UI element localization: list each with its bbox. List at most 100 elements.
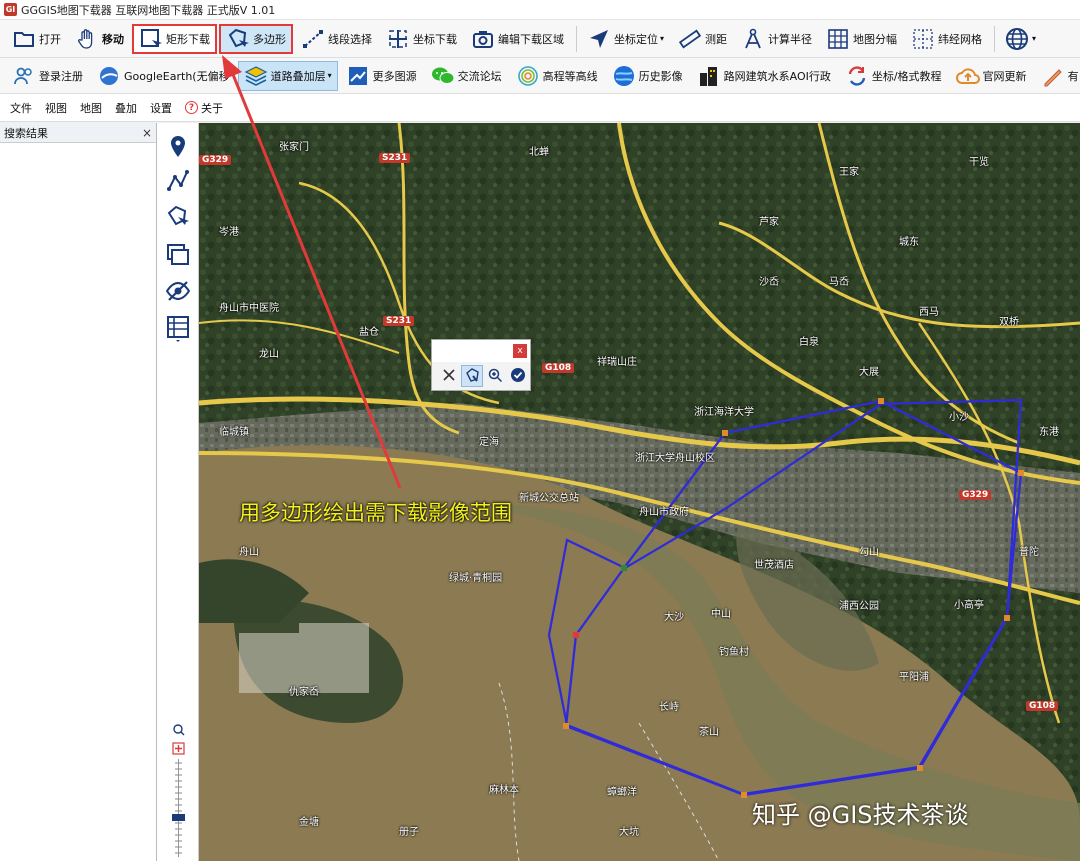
polygon-vertex[interactable] [722,430,728,436]
edit-download-area-button[interactable]: 编辑下载区域 [465,24,570,54]
cancel-draw-button[interactable] [438,365,460,387]
ruler-icon [678,27,702,51]
panel-close-button[interactable]: × [142,126,152,140]
website-update-button[interactable]: 官网更新 [950,61,1033,91]
coord-locate-button[interactable]: 坐标定位 ▾ [581,24,670,54]
place-label: 茶山 [699,727,719,738]
road-overlay-button[interactable]: 道路叠加层 ▾ [237,60,338,91]
forum-button[interactable]: 交流论坛 [425,61,508,91]
contour-icon [516,64,540,88]
open-button[interactable]: 打开 [6,24,67,54]
menu-settings[interactable]: 设置 [150,100,172,116]
drawn-polygon[interactable] [199,123,1080,861]
place-label: 张家门 [279,142,309,153]
road-shield: S231 [379,153,411,163]
buildings-button[interactable]: 路网建筑水系AOI行政 [691,61,837,91]
map-canvas[interactable]: 张家门 王家 芦家 舟山市中医院 龙山 浙江海洋大学 浙江大学舟山校区 舟山市政… [199,123,1080,861]
place-label: 定海 [479,437,499,448]
polygon-cursor-icon [166,205,190,232]
earth-history-icon [612,64,636,88]
hide-layer-button[interactable] [163,277,193,307]
road-shield: G108 [1026,701,1059,711]
camera-icon [471,27,495,51]
google-earth-button[interactable]: GoogleEarth(无偏移 [91,61,236,91]
panel-title: 搜索结果 [4,126,48,140]
calc-radius-button[interactable]: 计算半径 [735,24,818,54]
place-label: 盐仓 [359,327,379,338]
place-label: 舟山市中医院 [219,303,279,314]
coord-tutorial-button[interactable]: 坐标/格式教程 [839,61,948,91]
globe-menu-button[interactable]: ▾ [999,24,1042,54]
place-label: 龙山 [259,349,279,360]
line-select-button[interactable]: 线段选择 [295,24,378,54]
place-label: 大展 [859,367,879,378]
overflow-button[interactable]: 有 [1035,61,1080,91]
draw-polygon-button[interactable] [163,203,193,233]
help-icon: ? [185,101,198,114]
confirm-draw-button[interactable] [507,365,529,387]
menu-view[interactable]: 视图 [45,100,67,116]
place-label: 仇家岙 [289,687,319,698]
secondary-toolbar: 登录注册 GoogleEarth(无偏移 道路叠加层 ▾ 更多图源 交流论坛 高… [0,58,1080,94]
map-tiles-button[interactable]: 地图分幅 [820,24,903,54]
measure-button[interactable]: 测距 [672,24,733,54]
polygon-vertex[interactable] [917,765,923,771]
popup-close-button[interactable]: x [513,344,527,358]
polygon-select-icon [226,27,250,51]
watermark-text: 知乎 @GIS技术茶谈 [752,801,969,829]
search-results-panel: 搜索结果 × [0,123,157,861]
history-imagery-button[interactable]: 历史影像 [606,61,689,91]
polygon-vertex[interactable] [741,792,747,798]
place-label: 钓鱼村 [719,647,749,658]
menu-about[interactable]: ? 关于 [185,100,223,116]
place-label: 舟山市政府 [639,507,689,518]
polygon-vertex[interactable] [573,632,579,638]
zoom-control [172,723,185,859]
place-marker-button[interactable] [163,133,193,163]
table-view-button[interactable] [163,315,193,345]
polygon-vertex[interactable] [878,398,884,404]
zoom-to-polygon-button[interactable] [484,365,506,387]
polygon-vertex[interactable] [621,565,627,571]
dropdown-arrow-icon: ▾ [327,71,332,80]
road-shield: G329 [959,490,992,500]
edit-polygon-button[interactable] [461,365,483,387]
draw-line-button[interactable] [163,167,193,197]
road-shield: S231 [383,316,415,326]
polygon-button[interactable]: 多边形 [219,23,293,54]
title-bar: GI GGGIS地图下载器 互联网地图下载器 正式版V 1.01 [0,0,1080,20]
place-label: 平阳浦 [899,672,929,683]
coord-download-button[interactable]: 坐标下载 [380,24,463,54]
users-icon [12,64,36,88]
place-label: 舟山 [239,547,259,558]
place-label: 勾山 [859,547,879,558]
crosshair-icon [386,27,410,51]
place-label: 长峙 [659,702,679,713]
layers-toggle-button[interactable] [163,241,193,271]
rect-download-button[interactable]: 矩形下载 [132,23,217,54]
menu-overlay[interactable]: 叠加 [115,100,137,116]
menu-map[interactable]: 地图 [80,100,102,116]
login-button[interactable]: 登录注册 [6,61,89,91]
place-label: 浙江大学舟山校区 [635,453,715,464]
instruction-annotation: 用多边形绘出需下载影像范围 [239,501,512,525]
place-label: 北蝉 [529,147,549,158]
move-button[interactable]: 移动 [69,24,130,54]
app-logo-icon: GI [4,3,17,16]
place-label: 麻林本 [489,785,519,796]
globe-icon [1005,27,1029,51]
place-label: 册子 [399,827,419,838]
more-sources-button[interactable]: 更多图源 [340,61,423,91]
place-label: 马岙 [829,277,849,288]
road-shield: G108 [542,363,575,373]
polygon-vertex[interactable] [1004,615,1010,621]
main-toolbar: 打开 移动 矩形下载 多边形 线段选择 坐标下载 编辑下载区域 坐标定位 ▾ 测… [0,20,1080,58]
polygon-vertex[interactable] [1018,470,1024,476]
menu-file[interactable]: 文件 [10,100,32,116]
place-label: 世茂酒店 [754,560,794,571]
draw-tool-popup: x [431,339,531,391]
place-label: 新城公交总站 [519,493,579,504]
polygon-vertex[interactable] [563,723,569,729]
latlon-grid-button[interactable]: 纬经网格 [905,24,988,54]
contour-button[interactable]: 高程等高线 [510,61,604,91]
